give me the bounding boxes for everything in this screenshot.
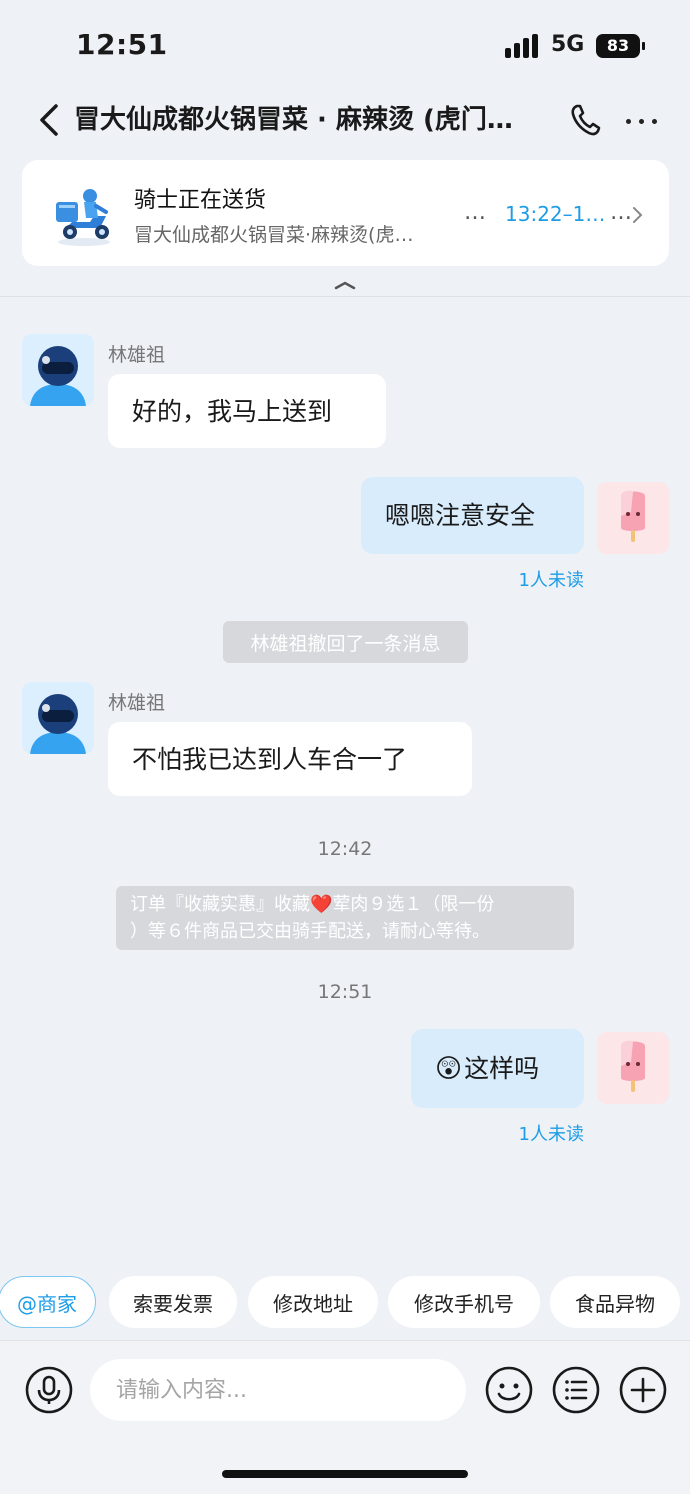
read-status: 1人未读: [518, 570, 584, 591]
surprised-emoji-icon: 😲: [435, 1053, 463, 1084]
notice-line: ）等６件商品已交由骑手配送，请耐心等待。: [130, 921, 490, 942]
collapse-handle-icon[interactable]: [333, 278, 357, 292]
sender-name: 林雄祖: [108, 692, 166, 714]
rider-avatar[interactable]: [22, 334, 94, 406]
divider: [0, 296, 690, 297]
delivery-scooter-icon: [48, 184, 120, 248]
delivery-dots: …: [464, 200, 487, 225]
outgoing-message-bubble[interactable]: 嗯嗯注意安全: [361, 477, 584, 554]
chevron-right-icon[interactable]: [628, 206, 646, 224]
recalled-message-notice: 林雄祖撤回了一条消息: [223, 621, 468, 663]
emoji-button[interactable]: [484, 1365, 534, 1415]
my-avatar[interactable]: [597, 1032, 669, 1104]
chat-title: 冒大仙成都火锅冒菜 · 麻辣烫 (虎门…: [74, 105, 513, 135]
outgoing-message-bubble[interactable]: 😲 这样吗: [411, 1029, 584, 1108]
sender-name: 林雄祖: [108, 344, 166, 366]
delivery-eta: 13:22–1…: [505, 202, 606, 226]
rider-avatar[interactable]: [22, 682, 94, 754]
order-dispatch-notice: 订单『收藏实惠』收藏❤️荤肉９选１（限一份 ）等６件商品已交由骑手配送，请耐心等…: [116, 886, 574, 950]
message-input[interactable]: [90, 1359, 466, 1421]
menu-button[interactable]: [551, 1365, 601, 1415]
call-button[interactable]: [568, 100, 604, 140]
smiley-icon: [485, 1366, 533, 1414]
signal-icon: [505, 34, 541, 58]
list-icon: [552, 1366, 600, 1414]
message-text: 这样吗: [464, 1054, 540, 1083]
change-address-chip[interactable]: 修改地址: [248, 1276, 378, 1328]
message-timestamp: 12:51: [317, 981, 373, 1003]
battery-icon: 83: [596, 34, 645, 58]
quick-actions-bar: @商家 索要发票 修改地址 修改手机号 食品异物: [0, 1276, 690, 1328]
chat-header: 冒大仙成都火锅冒菜 · 麻辣烫 (虎门…: [0, 92, 690, 148]
network-label: 5G: [551, 32, 585, 57]
request-invoice-chip[interactable]: 索要发票: [109, 1276, 237, 1328]
delivery-status-title: 骑士正在送货: [134, 188, 267, 213]
notice-line: 订单『收藏实惠』收藏❤️荤肉９选１（限一份: [130, 894, 495, 915]
change-phone-chip[interactable]: 修改手机号: [388, 1276, 540, 1328]
chevron-left-icon: [40, 104, 58, 136]
delivery-status-card[interactable]: 骑士正在送货 冒大仙成都火锅冒菜·麻辣烫(虎… … 13:22–1… …: [22, 160, 669, 266]
food-foreign-object-chip[interactable]: 食品异物: [550, 1276, 680, 1328]
my-avatar[interactable]: [597, 482, 669, 554]
delivery-store-name: 冒大仙成都火锅冒菜·麻辣烫(虎…: [134, 224, 414, 246]
status-time: 12:51: [76, 28, 168, 61]
plus-button[interactable]: [618, 1365, 668, 1415]
status-bar: 12:51 5G 83: [0, 0, 690, 92]
plus-icon: [619, 1366, 667, 1414]
read-status: 1人未读: [518, 1124, 584, 1145]
mention-merchant-chip[interactable]: @商家: [0, 1276, 96, 1328]
incoming-message-bubble[interactable]: 好的，我马上送到: [108, 374, 386, 448]
more-button[interactable]: [622, 100, 662, 140]
microphone-icon: [25, 1366, 73, 1414]
message-timestamp: 12:42: [317, 838, 373, 860]
voice-button[interactable]: [24, 1365, 74, 1415]
incoming-message-bubble[interactable]: 不怕我已达到人车合一了: [108, 722, 472, 796]
back-button[interactable]: [32, 98, 68, 142]
home-indicator[interactable]: [222, 1470, 468, 1478]
phone-icon: [571, 104, 601, 136]
